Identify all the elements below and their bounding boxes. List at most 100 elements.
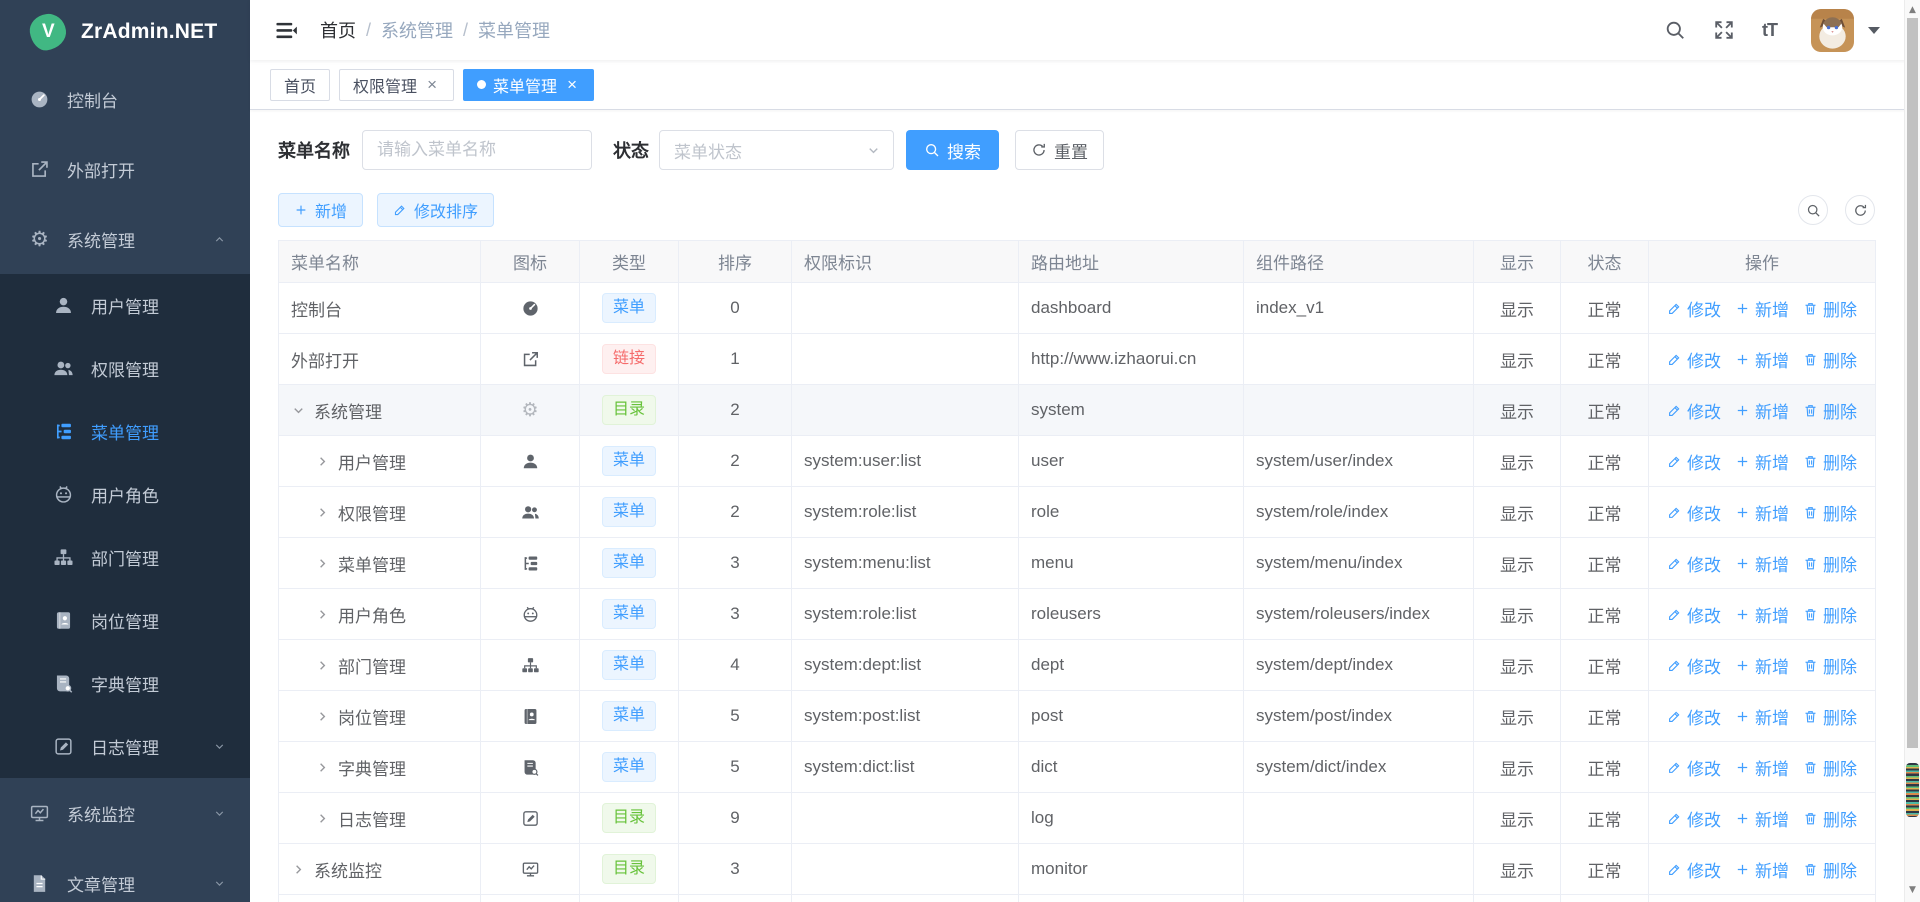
sidebar-item-system-monitor[interactable]: 系统监控 — [0, 778, 250, 848]
navbar-tools: tT — [1637, 9, 1880, 52]
sidebar-item-external-open[interactable]: 外部打开 — [0, 134, 250, 204]
sidebar-item-article-admin[interactable]: 文章管理 — [0, 848, 250, 902]
close-icon[interactable]: × — [424, 77, 440, 93]
row-action-edit[interactable]: 修改 — [1667, 551, 1721, 576]
page-content: 菜单名称 状态 菜单状态 搜索 重置 新增 — [250, 110, 1920, 902]
user-avatar[interactable] — [1811, 9, 1854, 52]
row-action-edit[interactable]: 修改 — [1667, 500, 1721, 525]
row-action-add[interactable]: 新增 — [1735, 398, 1789, 423]
scroll-up-arrow-icon[interactable]: ▲ — [1905, 2, 1920, 18]
edit-icon — [1667, 301, 1682, 316]
row-action-delete[interactable]: 删除 — [1803, 500, 1857, 525]
row-action-delete[interactable]: 删除 — [1803, 806, 1857, 831]
sitemap-icon — [521, 656, 540, 675]
scroll-down-arrow-icon[interactable]: ▼ — [1905, 882, 1920, 898]
row-action-delete[interactable]: 删除 — [1803, 755, 1857, 780]
row-action-add[interactable]: 新增 — [1735, 551, 1789, 576]
row-action-add[interactable]: 新增 — [1735, 347, 1789, 372]
row-action-delete[interactable]: 删除 — [1803, 602, 1857, 627]
search-icon[interactable] — [1664, 19, 1686, 41]
sidebar-item-role-admin[interactable]: 权限管理 — [0, 337, 250, 400]
row-action-add[interactable]: 新增 — [1735, 755, 1789, 780]
expand-arrow-icon[interactable] — [315, 454, 330, 469]
user-menu-caret-icon[interactable] — [1868, 27, 1880, 34]
row-action-edit[interactable]: 修改 — [1667, 449, 1721, 474]
add-button[interactable]: 新增 — [278, 193, 363, 227]
row-action-delete[interactable]: 删除 — [1803, 704, 1857, 729]
edit-sort-button[interactable]: 修改排序 — [377, 193, 494, 227]
fullscreen-icon[interactable] — [1713, 19, 1735, 41]
font-size-icon[interactable]: tT — [1762, 19, 1784, 41]
row-action-edit[interactable]: 修改 — [1667, 806, 1721, 831]
sidebar: V ZrAdmin.NET 控制台外部打开⚙系统管理用户管理权限管理菜单管理用户… — [0, 0, 250, 902]
menu-name-input[interactable] — [362, 130, 592, 170]
sidebar-item-dict-admin[interactable]: 字典管理 — [0, 652, 250, 715]
plus-icon — [1735, 658, 1750, 673]
sidebar-item-user-role[interactable]: 用户角色 — [0, 463, 250, 526]
trash-icon — [1803, 403, 1818, 418]
row-action-add[interactable]: 新增 — [1735, 602, 1789, 627]
sidebar-item-system-admin[interactable]: ⚙系统管理 — [0, 204, 250, 274]
scrollbar-thumb[interactable] — [1907, 18, 1918, 748]
row-action-edit[interactable]: 修改 — [1667, 857, 1721, 882]
row-action-add[interactable]: 新增 — [1735, 857, 1789, 882]
search-button[interactable]: 搜索 — [906, 130, 999, 170]
expand-arrow-icon[interactable] — [315, 607, 330, 622]
menu-status-select[interactable]: 菜单状态 — [659, 130, 894, 170]
show-search-button[interactable] — [1798, 195, 1828, 225]
sidebar-item-user-admin[interactable]: 用户管理 — [0, 274, 250, 337]
reset-button[interactable]: 重置 — [1015, 130, 1104, 170]
app-root: V ZrAdmin.NET 控制台外部打开⚙系统管理用户管理权限管理菜单管理用户… — [0, 0, 1920, 902]
plus-icon — [1735, 607, 1750, 622]
sidebar-item-menu-admin[interactable]: 菜单管理 — [0, 400, 250, 463]
app-logo[interactable]: V ZrAdmin.NET — [0, 0, 250, 64]
row-action-add[interactable]: 新增 — [1735, 653, 1789, 678]
row-action-edit[interactable]: 修改 — [1667, 602, 1721, 627]
expand-arrow-icon[interactable] — [315, 505, 330, 520]
row-action-add[interactable]: 新增 — [1735, 704, 1789, 729]
row-action-add[interactable]: 新增 — [1735, 296, 1789, 321]
row-action-delete[interactable]: 删除 — [1803, 398, 1857, 423]
row-action-delete[interactable]: 删除 — [1803, 653, 1857, 678]
sidebar-collapse-icon[interactable] — [275, 19, 298, 42]
row-action-add[interactable]: 新增 — [1735, 806, 1789, 831]
row-action-add[interactable]: 新增 — [1735, 500, 1789, 525]
tab-home[interactable]: 首页 — [270, 69, 330, 101]
collapse-arrow-icon[interactable] — [291, 403, 306, 418]
expand-arrow-icon[interactable] — [315, 658, 330, 673]
row-action-edit[interactable]: 修改 — [1667, 296, 1721, 321]
active-tab-dot — [477, 80, 486, 89]
row-action-delete[interactable]: 删除 — [1803, 551, 1857, 576]
tab-menu-admin[interactable]: 菜单管理× — [463, 69, 594, 101]
row-action-edit[interactable]: 修改 — [1667, 347, 1721, 372]
sidebar-item-dept-admin[interactable]: 部门管理 — [0, 526, 250, 589]
search-icon — [924, 142, 940, 158]
expand-arrow-icon[interactable] — [315, 556, 330, 571]
row-action-edit[interactable]: 修改 — [1667, 704, 1721, 729]
refresh-table-button[interactable] — [1845, 195, 1875, 225]
expand-arrow-icon[interactable] — [315, 709, 330, 724]
breadcrumb-item[interactable]: 首页 — [320, 17, 356, 43]
tab-role-admin[interactable]: 权限管理× — [339, 69, 454, 101]
sidebar-item-console[interactable]: 控制台 — [0, 64, 250, 134]
expand-arrow-icon[interactable] — [291, 862, 306, 877]
row-action-edit[interactable]: 修改 — [1667, 398, 1721, 423]
edit-icon — [1667, 352, 1682, 367]
row-action-edit[interactable]: 修改 — [1667, 653, 1721, 678]
close-icon[interactable]: × — [564, 77, 580, 93]
row-action-delete[interactable]: 删除 — [1803, 296, 1857, 321]
row-action-delete[interactable]: 删除 — [1803, 449, 1857, 474]
row-action-delete[interactable]: 删除 — [1803, 857, 1857, 882]
sidebar-item-log-admin[interactable]: 日志管理 — [0, 715, 250, 778]
expand-arrow-icon[interactable] — [315, 811, 330, 826]
app-title: ZrAdmin.NET — [81, 20, 217, 44]
chevron-down-icon — [213, 807, 226, 820]
row-action-add[interactable]: 新增 — [1735, 449, 1789, 474]
row-action-delete[interactable]: 删除 — [1803, 347, 1857, 372]
plus-icon — [1735, 811, 1750, 826]
column-header: 状态 — [1561, 241, 1649, 283]
document-icon — [29, 873, 50, 894]
expand-arrow-icon[interactable] — [315, 760, 330, 775]
sidebar-item-post-admin[interactable]: 岗位管理 — [0, 589, 250, 652]
row-action-edit[interactable]: 修改 — [1667, 755, 1721, 780]
